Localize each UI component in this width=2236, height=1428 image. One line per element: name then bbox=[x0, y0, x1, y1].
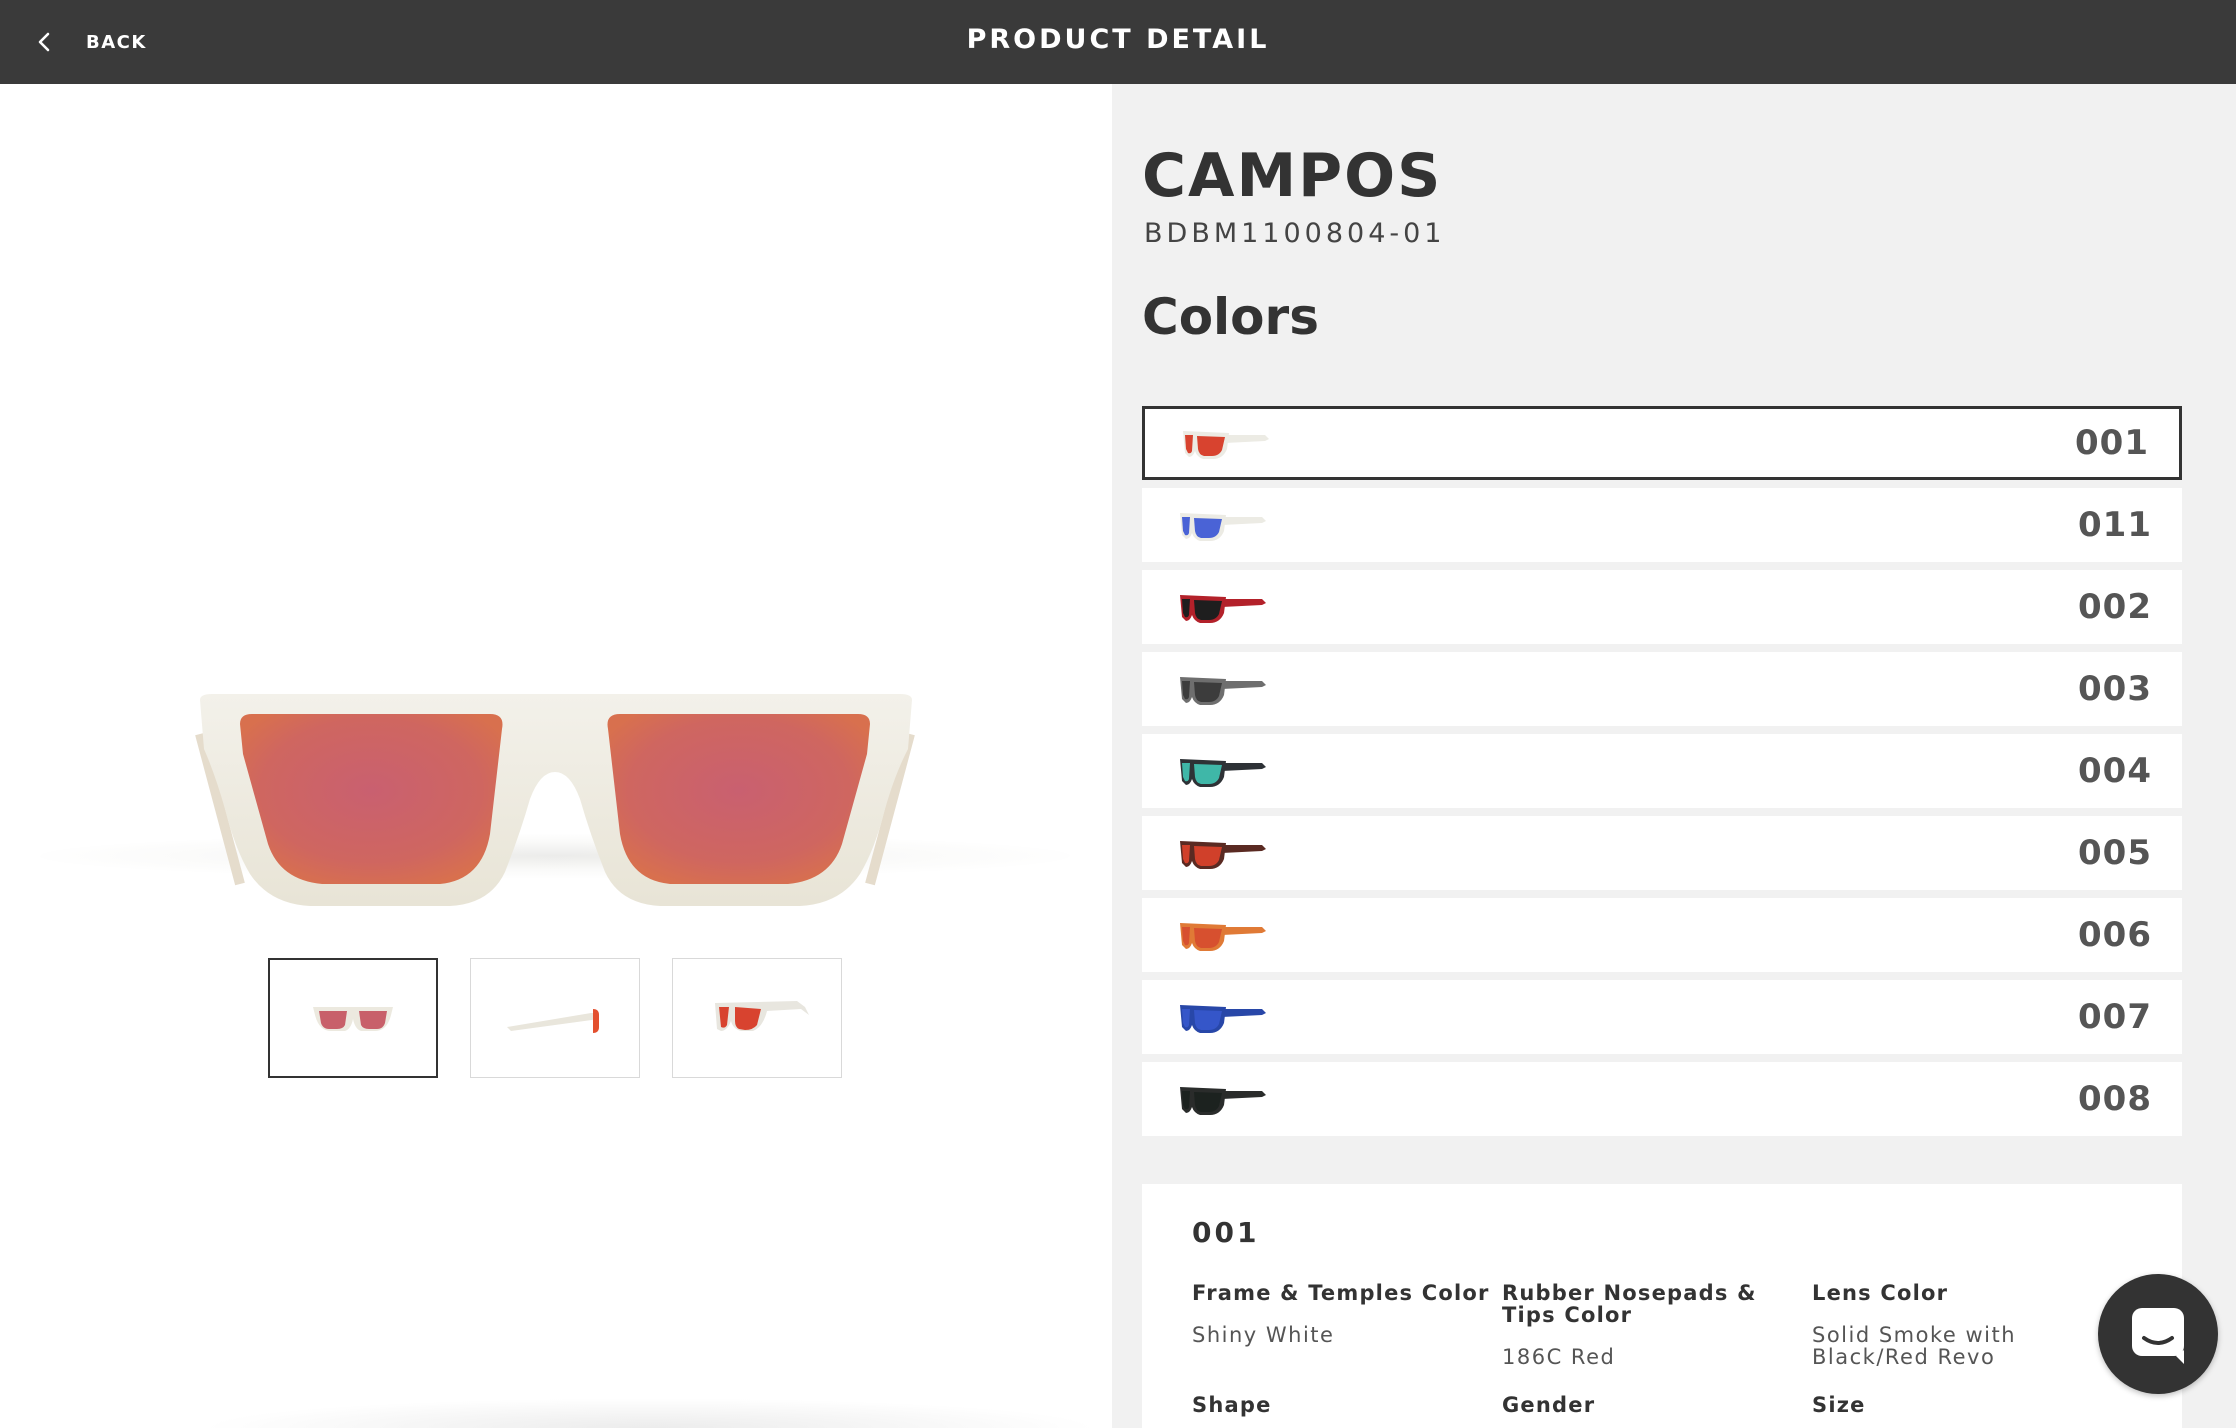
thumbnail-side[interactable] bbox=[470, 958, 640, 1078]
thumbnail-front[interactable] bbox=[268, 958, 438, 1078]
product-name: CAMPOS bbox=[1142, 141, 1443, 211]
product-sku: BDBM1100804-01 bbox=[1144, 218, 1446, 249]
sunglasses-swatch-icon bbox=[1180, 1005, 1266, 1033]
sunglasses-angle-thumbnail bbox=[715, 1001, 809, 1031]
page-title: PRODUCT DETAIL bbox=[966, 24, 1270, 55]
color-option-011[interactable]: 011 bbox=[1142, 488, 2182, 562]
color-option-006[interactable]: 006 bbox=[1142, 898, 2182, 972]
color-code: 004 bbox=[2078, 751, 2152, 791]
spec-size: Size bbox=[1812, 1394, 2112, 1416]
sunglasses-side-thumbnail bbox=[507, 1009, 599, 1033]
spec-lens: Lens Color Solid Smoke with Black/Red Re… bbox=[1812, 1282, 2042, 1368]
image-gallery bbox=[0, 84, 1112, 1428]
spec-shape: Shape bbox=[1192, 1394, 1492, 1416]
colors-heading: Colors bbox=[1142, 288, 1319, 346]
spec-nosepads: Rubber Nosepads & Tips Color 186C Red bbox=[1502, 1282, 1802, 1368]
spec-frame-value: Shiny White bbox=[1192, 1323, 1335, 1347]
details-panel: CAMPOS BDBM1100804-01 Colors 001 011 002 00… bbox=[1112, 84, 2236, 1428]
sunglasses-swatch-icon bbox=[1180, 677, 1266, 705]
color-code: 006 bbox=[2078, 915, 2152, 955]
sunglasses-front-thumbnail bbox=[313, 1007, 393, 1031]
color-code: 011 bbox=[2078, 505, 2152, 545]
chat-button[interactable] bbox=[2098, 1274, 2218, 1394]
color-code: 003 bbox=[2078, 669, 2152, 709]
color-code: 002 bbox=[2078, 587, 2152, 627]
color-code: 001 bbox=[2075, 423, 2149, 463]
spec-nosepads-label: Rubber Nosepads & Tips Color bbox=[1502, 1281, 1757, 1327]
spec-gender: Gender bbox=[1502, 1394, 1802, 1416]
specs-color-code: 001 bbox=[1192, 1216, 1260, 1249]
spec-gender-label: Gender bbox=[1502, 1393, 1596, 1417]
spec-frame-label: Frame & Temples Color bbox=[1192, 1281, 1490, 1305]
color-option-002[interactable]: 002 bbox=[1142, 570, 2182, 644]
chat-icon bbox=[2132, 1308, 2184, 1364]
product-main-image bbox=[40, 554, 1070, 974]
color-option-003[interactable]: 003 bbox=[1142, 652, 2182, 726]
color-code: 008 bbox=[2078, 1079, 2152, 1119]
color-option-008[interactable]: 008 bbox=[1142, 1062, 2182, 1136]
sunglasses-front-image bbox=[195, 694, 915, 906]
bottom-shadow bbox=[200, 1398, 1100, 1428]
color-option-007[interactable]: 007 bbox=[1142, 980, 2182, 1054]
color-code: 005 bbox=[2078, 833, 2152, 873]
color-option-001[interactable]: 001 bbox=[1142, 406, 2182, 480]
color-list: 001 011 002 003 004 005 006 007 008 bbox=[1142, 406, 2182, 1144]
thumbnail-angle[interactable] bbox=[672, 958, 842, 1078]
sunglasses-swatch-icon bbox=[1183, 431, 1269, 459]
top-bar: BACK PRODUCT DETAIL bbox=[0, 0, 2236, 84]
spec-lens-value: Solid Smoke with Black/Red Revo bbox=[1812, 1323, 2017, 1369]
sunglasses-swatch-icon bbox=[1180, 513, 1266, 541]
color-option-004[interactable]: 004 bbox=[1142, 734, 2182, 808]
spec-size-label: Size bbox=[1812, 1393, 1866, 1417]
sunglasses-swatch-icon bbox=[1180, 923, 1266, 951]
color-option-005[interactable]: 005 bbox=[1142, 816, 2182, 890]
spec-shape-label: Shape bbox=[1192, 1393, 1272, 1417]
specs-card: 001 Frame & Temples Color Shiny White Ru… bbox=[1142, 1184, 2182, 1428]
sunglasses-swatch-icon bbox=[1180, 1087, 1266, 1115]
spec-lens-label: Lens Color bbox=[1812, 1281, 1949, 1305]
sunglasses-swatch-icon bbox=[1180, 759, 1266, 787]
sunglasses-swatch-icon bbox=[1180, 595, 1266, 623]
spec-frame: Frame & Temples Color Shiny White bbox=[1192, 1282, 1492, 1346]
spec-nosepads-value: 186C Red bbox=[1502, 1345, 1616, 1369]
sunglasses-swatch-icon bbox=[1180, 841, 1266, 869]
color-code: 007 bbox=[2078, 997, 2152, 1037]
thumbnail-strip bbox=[268, 958, 842, 1078]
